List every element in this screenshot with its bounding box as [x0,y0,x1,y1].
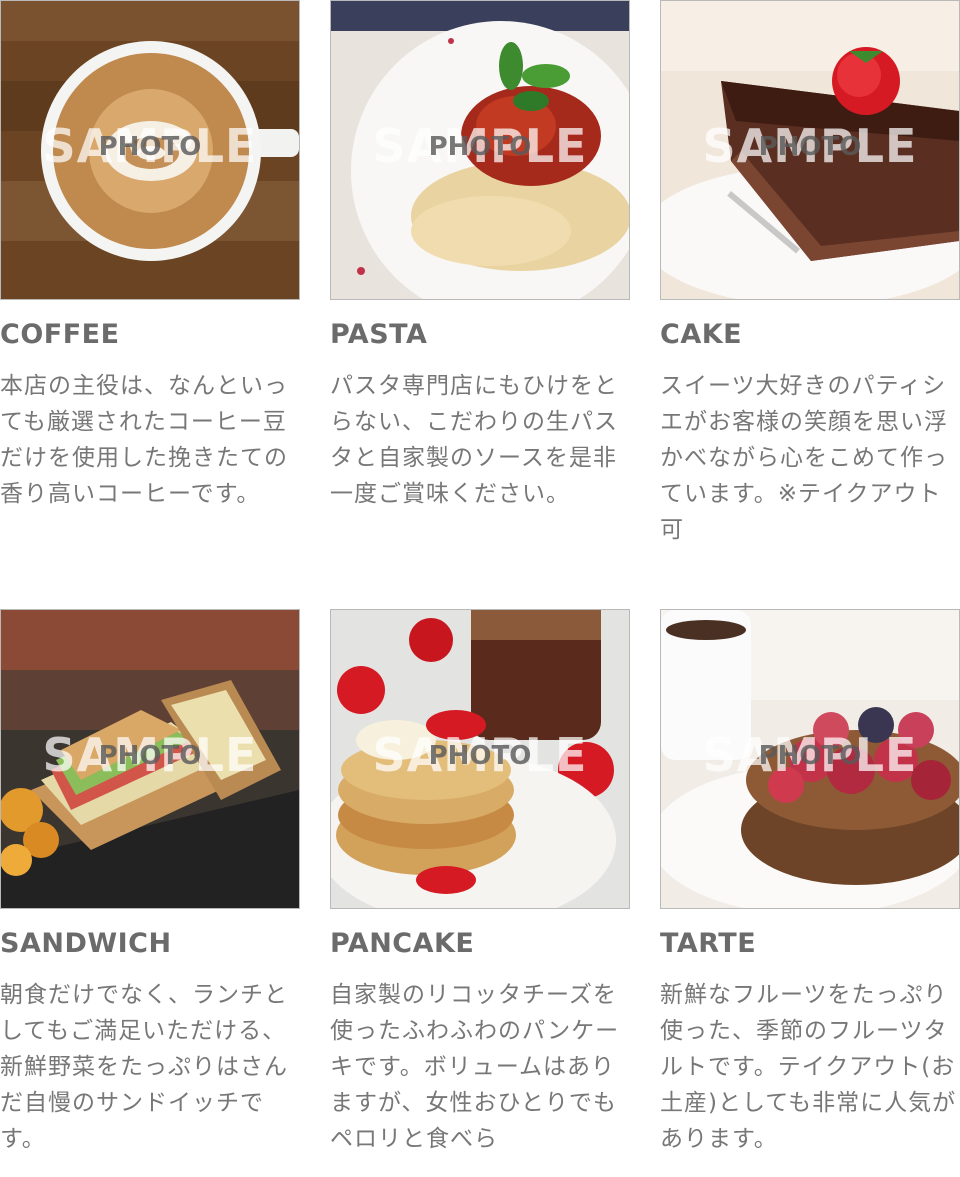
menu-card-pasta: SAMPLE PHOTO PASTA パスタ専門店にもひけをとらない、こだわりの… [330,0,630,512]
menu-title: SANDWICH [0,928,172,959]
pancake-photo[interactable]: SAMPLE PHOTO [330,609,630,909]
sandwich-photo[interactable]: SAMPLE PHOTO [0,609,300,909]
menu-title: CAKE [660,319,743,350]
menu-card-cake: SAMPLE PHOTO CAKE スイーツ大好きのパティシエがお客様の笑顔を思… [660,0,960,548]
menu-description: 新鮮なフルーツをたっぷり使った、季節のフルーツタルトです。テイクアウト(お土産)… [660,982,957,1152]
menu-card-pancake: SAMPLE PHOTO PANCAKE 自家製のリコッタチーズを使ったふわふわ… [330,609,630,1157]
photo-watermark: PHOTO [98,132,202,162]
menu-description: 自家製のリコッタチーズを使ったふわふわのパンケーキです。ボリュームはありますが、… [330,982,620,1152]
menu-title: PANCAKE [330,928,475,959]
coffee-photo[interactable]: SAMPLE PHOTO [0,0,300,300]
menu-description: パスタ専門店にもひけをとらない、こだわりの生パスタと自家製のソースを是非一度ご賞… [330,373,618,507]
photo-watermark: PHOTO [428,132,532,162]
menu-description: 本店の主役は、なんといっても厳選されたコーヒー豆だけを使用した挽きたての香り高い… [0,373,288,507]
menu-description: 朝食だけでなく、ランチとしてもご満足いただける、新鮮野菜をたっぷりはさんだ自慢の… [0,982,288,1152]
cake-photo[interactable]: SAMPLE PHOTO [660,0,960,300]
photo-watermark: PHOTO [758,132,862,162]
menu-title: COFFEE [0,319,120,350]
menu-card-sandwich: SAMPLE PHOTO SANDWICH 朝食だけでなく、ランチとしてもご満足… [0,609,300,1157]
photo-watermark: PHOTO [428,741,532,771]
photo-watermark: PHOTO [98,741,202,771]
tarte-photo[interactable]: SAMPLE PHOTO [660,609,960,909]
pasta-photo[interactable]: SAMPLE PHOTO [330,0,630,300]
menu-card-coffee: SAMPLE PHOTO COFFEE 本店の主役は、なんといっても厳選されたコ… [0,0,300,512]
photo-watermark: PHOTO [758,741,862,771]
menu-title: PASTA [330,319,428,350]
menu-card-tarte: SAMPLE PHOTO TARTE 新鮮なフルーツをたっぷり使った、季節のフル… [660,609,960,1157]
menu-title: TARTE [660,928,757,959]
menu-description: スイーツ大好きのパティシエがお客様の笑顔を思い浮かべながら心をこめて作っています… [660,373,948,543]
